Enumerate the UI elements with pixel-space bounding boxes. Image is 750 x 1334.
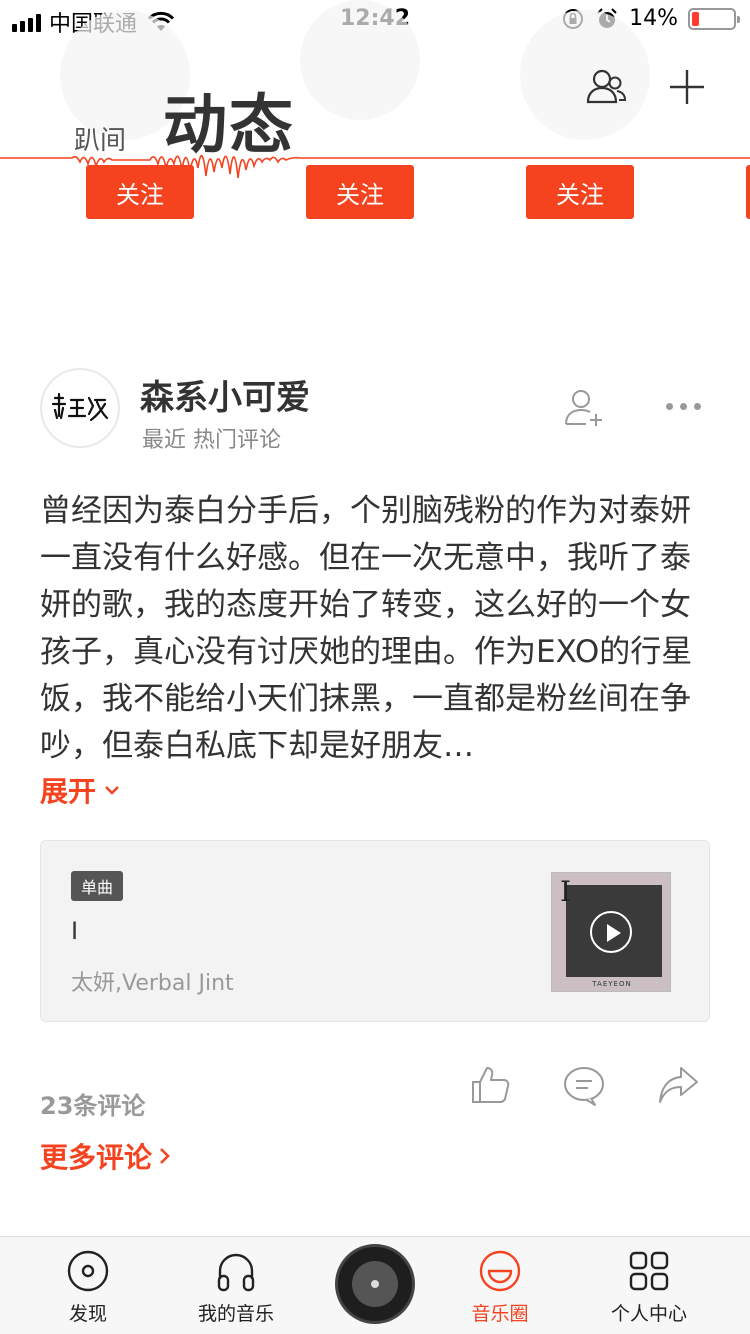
tab-profile[interactable]: 个人中心 <box>574 1237 724 1334</box>
song-title: I <box>71 917 79 945</box>
follow-button[interactable]: 关注 <box>86 165 194 219</box>
grid-icon <box>629 1251 669 1291</box>
recommend-follow-row: 关注 关注 关注 <box>0 165 750 219</box>
header: 趴间 动态 <box>0 0 750 178</box>
share-icon[interactable] <box>655 1062 701 1108</box>
chevron-right-icon <box>160 1148 170 1164</box>
like-icon[interactable] <box>467 1062 513 1108</box>
comment-icon[interactable] <box>561 1062 607 1108</box>
post-header: 森系小可爱 最近 热门评论 <box>40 368 720 458</box>
song-artist: 太妍,Verbal Jint <box>71 971 234 996</box>
battery-fill <box>692 11 699 26</box>
tab-label: 音乐圈 <box>471 1303 529 1325</box>
expand-label: 展开 <box>40 775 97 808</box>
now-playing-disc[interactable] <box>335 1244 415 1324</box>
friends-icon[interactable] <box>583 64 629 110</box>
song-card[interactable]: 单曲 I 太妍,Verbal Jint I TAEYEON <box>40 840 710 1022</box>
more-comments-link[interactable]: 更多评论 <box>40 1136 172 1176</box>
username[interactable]: 森系小可爱 <box>140 370 310 419</box>
post-text: 曾经因为泰白分手后，个别脑残粉的作为对泰妍一直没有什么好感。但在一次无意中，我听… <box>40 493 693 764</box>
tab-label: 发现 <box>68 1303 107 1325</box>
disc-icon <box>67 1250 109 1292</box>
post-subline: 最近 热门评论 <box>142 428 281 453</box>
tab-music-circle[interactable]: 音乐圈 <box>425 1237 575 1334</box>
more-comments-label: 更多评论 <box>40 1141 153 1174</box>
cover-letter: I <box>560 875 572 908</box>
avatar[interactable] <box>40 368 120 448</box>
chevron-down-icon <box>105 786 119 795</box>
tab-label: 个人中心 <box>610 1303 687 1325</box>
battery-percent: 14% <box>629 6 678 31</box>
more-options-icon[interactable] <box>666 394 710 418</box>
expand-button[interactable]: 展开 <box>40 770 120 810</box>
album-cover[interactable]: I TAEYEON <box>551 872 671 992</box>
battery-icon <box>688 7 740 30</box>
follow-button[interactable]: 关注 <box>306 165 414 219</box>
headphones-icon <box>217 1253 255 1292</box>
tab-label: 我的音乐 <box>197 1303 274 1325</box>
add-friend-icon[interactable] <box>562 386 606 430</box>
plus-icon[interactable] <box>664 64 710 110</box>
ghost-avatar <box>300 0 420 120</box>
calligraphy-avatar <box>51 392 109 422</box>
single-badge: 单曲 <box>71 871 124 901</box>
follow-button-partial[interactable] <box>746 165 750 219</box>
follow-button[interactable]: 关注 <box>526 165 634 219</box>
play-icon[interactable] <box>590 911 632 953</box>
music-circle-icon <box>479 1250 521 1292</box>
comment-count: 23条评论 <box>40 1092 146 1120</box>
cover-caption: TAEYEON <box>592 980 632 988</box>
tab-my-music[interactable]: 我的音乐 <box>161 1237 311 1334</box>
tab-discover[interactable]: 发现 <box>13 1237 163 1334</box>
